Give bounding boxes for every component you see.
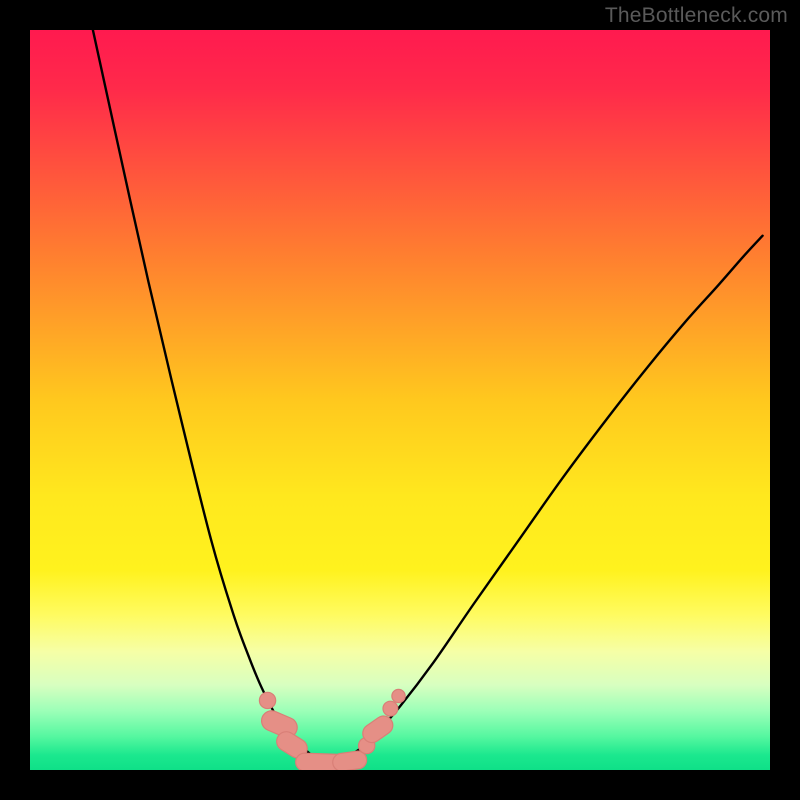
- marker-8: [392, 689, 405, 702]
- chart-frame: TheBottleneck.com: [0, 0, 800, 800]
- marker-0: [259, 692, 275, 708]
- watermark-text: TheBottleneck.com: [605, 4, 788, 28]
- plot-area: [30, 30, 770, 770]
- marker-7: [383, 701, 398, 716]
- chart-svg: [30, 30, 770, 770]
